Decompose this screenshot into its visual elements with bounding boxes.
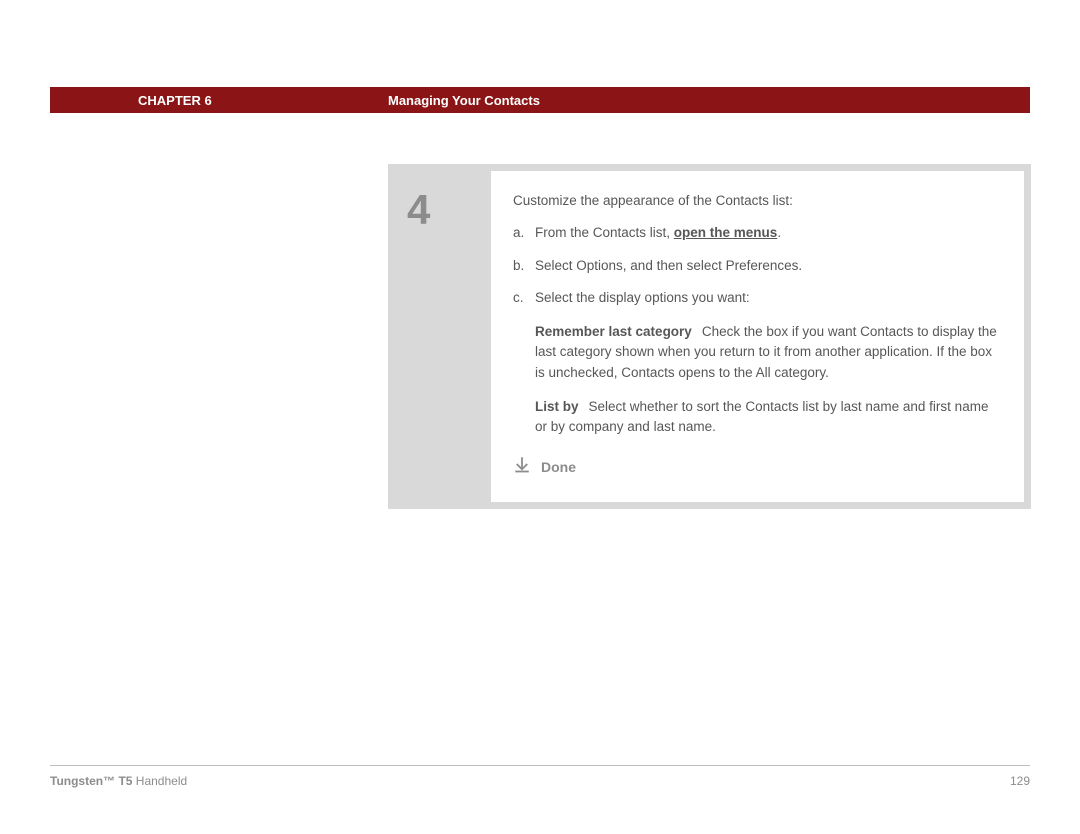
chapter-header: CHAPTER 6 Managing Your Contacts — [50, 87, 1030, 113]
product-name: Tungsten™ T5 Handheld — [50, 774, 187, 788]
step-box: 4 Customize the appearance of the Contac… — [388, 164, 1031, 509]
page-number: 129 — [1010, 774, 1030, 788]
step-body: Customize the appearance of the Contacts… — [491, 171, 1024, 502]
list-text: From the Contacts list, open the menus. — [535, 223, 781, 243]
list-marker: c. — [513, 288, 535, 308]
done-label: Done — [541, 457, 576, 478]
list-text: Select Options, and then select Preferen… — [535, 256, 802, 276]
step-number: 4 — [407, 189, 491, 231]
list-item: c. Select the display options you want: — [513, 288, 1002, 308]
chapter-label: CHAPTER 6 — [50, 93, 212, 108]
option-body: Select whether to sort the Contacts list… — [535, 399, 988, 434]
option-lead: Remember last category — [535, 324, 692, 339]
chapter-title: Managing Your Contacts — [388, 93, 540, 108]
list-marker: a. — [513, 223, 535, 243]
step-sub-list: a. From the Contacts list, open the menu… — [513, 223, 1002, 308]
page-footer: Tungsten™ T5 Handheld 129 — [50, 765, 1030, 788]
option-list-by: List bySelect whether to sort the Contac… — [535, 397, 1002, 438]
list-marker: b. — [513, 256, 535, 276]
step-intro: Customize the appearance of the Contacts… — [513, 191, 1002, 211]
done-row: Done — [513, 455, 1002, 479]
list-item: a. From the Contacts list, open the menu… — [513, 223, 1002, 243]
list-item: b. Select Options, and then select Prefe… — [513, 256, 1002, 276]
open-menus-link[interactable]: open the menus — [674, 225, 778, 240]
option-remember-last-category: Remember last categoryCheck the box if y… — [535, 322, 1002, 383]
arrow-down-icon — [513, 455, 531, 479]
list-text: Select the display options you want: — [535, 288, 750, 308]
step-number-column: 4 — [395, 171, 491, 502]
option-lead: List by — [535, 399, 579, 414]
